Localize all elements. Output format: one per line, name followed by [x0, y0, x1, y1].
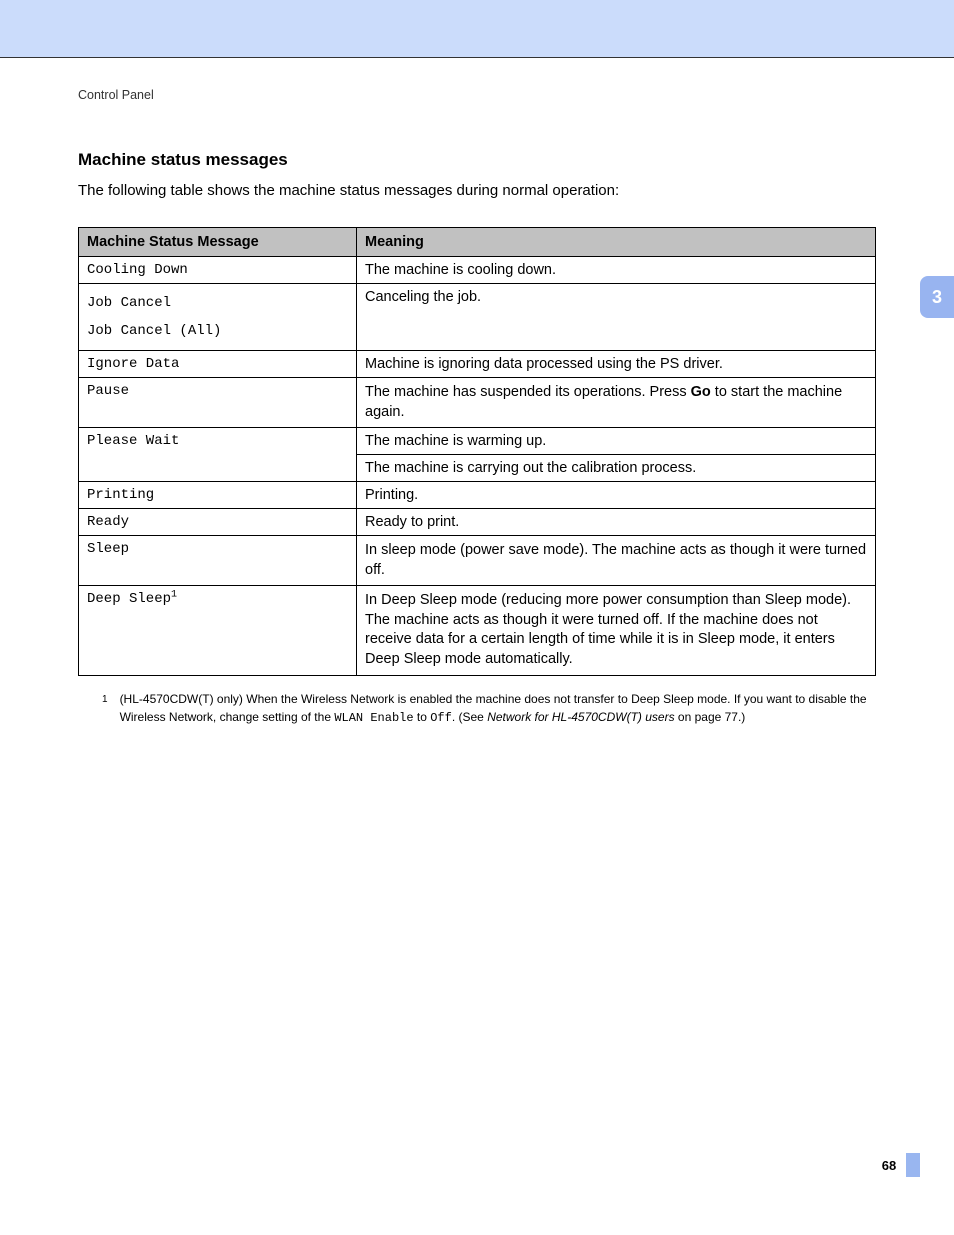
status-message: Deep Sleep1	[79, 586, 357, 675]
breadcrumb: Control Panel	[78, 88, 876, 102]
table-row: Ready Ready to print.	[79, 509, 876, 536]
table-header-message: Machine Status Message	[79, 228, 357, 257]
status-meaning: The machine is cooling down.	[357, 257, 876, 284]
status-message: Job Cancel (All)	[87, 323, 221, 339]
status-meaning: Printing.	[357, 482, 876, 509]
footnote-mono: Off	[430, 711, 452, 725]
intro-text: The following table shows the machine st…	[78, 182, 876, 199]
status-message-text: Deep Sleep	[87, 591, 171, 607]
status-meaning: Ready to print.	[357, 509, 876, 536]
footnote-mono: WLAN Enable	[334, 711, 413, 725]
footnote-marker: 1	[78, 690, 108, 727]
table-row: Cooling Down The machine is cooling down…	[79, 257, 876, 284]
status-message: Cooling Down	[79, 257, 357, 284]
footnote-superscript[interactable]: 1	[171, 590, 177, 601]
table-header-meaning: Meaning	[357, 228, 876, 257]
table-row: Please Wait The machine is warming up.	[79, 428, 876, 455]
status-meaning: In sleep mode (power save mode). The mac…	[357, 536, 876, 586]
meaning-bold: Go	[691, 384, 711, 400]
status-message: Please Wait	[79, 428, 357, 482]
section-title: Machine status messages	[78, 150, 876, 170]
status-message: Pause	[79, 378, 357, 428]
status-table: Machine Status Message Meaning Cooling D…	[78, 227, 876, 676]
table-row: Pause The machine has suspended its oper…	[79, 378, 876, 428]
status-meaning: The machine is carrying out the calibrat…	[357, 455, 876, 482]
chapter-number: 3	[932, 287, 942, 308]
status-message: Job Cancel	[87, 295, 171, 311]
table-row: Printing Printing.	[79, 482, 876, 509]
status-message: Sleep	[79, 536, 357, 586]
status-meaning: Machine is ignoring data processed using…	[357, 351, 876, 378]
table-row: Ignore Data Machine is ignoring data pro…	[79, 351, 876, 378]
footnote-link[interactable]: Network for HL-4570CDW(T) users	[487, 710, 674, 724]
status-message: Ready	[79, 509, 357, 536]
page-content: Control Panel Machine status messages Th…	[0, 58, 954, 727]
status-meaning: The machine is warming up.	[357, 428, 876, 455]
status-message: Ignore Data	[79, 351, 357, 378]
status-meaning: In Deep Sleep mode (reducing more power …	[357, 586, 876, 675]
status-meaning: Canceling the job.	[357, 284, 876, 351]
footnote-text: (HL-4570CDW(T) only) When the Wireless N…	[120, 690, 876, 727]
top-banner	[0, 0, 954, 58]
page-number-text: 68	[882, 1158, 896, 1173]
footnote: 1 (HL-4570CDW(T) only) When the Wireless…	[78, 690, 876, 727]
footnote-segment: on page 77.)	[675, 710, 746, 724]
status-meaning: The machine has suspended its operations…	[357, 378, 876, 428]
footnote-segment: to	[414, 710, 431, 724]
footnote-segment: . (See	[452, 710, 487, 724]
table-row: Deep Sleep1 In Deep Sleep mode (reducing…	[79, 586, 876, 675]
meaning-text: The machine has suspended its operations…	[365, 384, 691, 400]
page-number: 68	[872, 1155, 906, 1175]
status-message: Printing	[79, 482, 357, 509]
chapter-tab: 3	[920, 276, 954, 318]
page-number-accent	[906, 1153, 920, 1177]
table-row: Sleep In sleep mode (power save mode). T…	[79, 536, 876, 586]
